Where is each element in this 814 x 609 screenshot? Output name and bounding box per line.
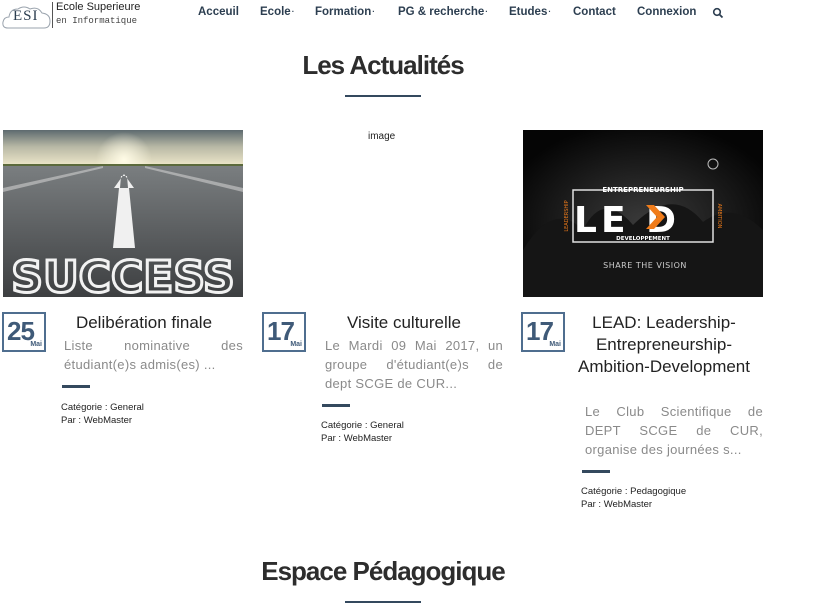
broken-image-alt[interactable]: image — [368, 131, 395, 142]
dropdown-indicator-icon: · — [291, 7, 295, 16]
section-title-underline — [345, 95, 421, 97]
news-image-lead[interactable]: ENTREPRENEURSHIP LE D DEVELOPPEMENT LEAD… — [523, 130, 763, 297]
road-success-illustration: SUCCESS — [3, 130, 243, 297]
lead-main-text: LE D — [574, 200, 680, 241]
lead-poster-illustration: ENTREPRENEURSHIP LE D DEVELOPPEMENT LEAD… — [523, 130, 763, 297]
dropdown-indicator-icon: · — [485, 7, 488, 16]
lead-tagline: SHARE THE VISION — [603, 261, 687, 270]
success-image-text: SUCCESS — [11, 252, 234, 297]
news-meta: Catégorie : General Par : WebMaster — [321, 419, 404, 445]
news-category: Catégorie : General — [321, 420, 404, 431]
nav-item-pg-recherche[interactable]: PG & recherche· — [398, 6, 488, 18]
news-author: Par : WebMaster — [581, 499, 653, 510]
lead-left-text: LEADERSHIP — [564, 200, 570, 231]
news-category: Catégorie : Pedagogique — [581, 486, 687, 497]
news-meta: Catégorie : Pedagogique Par : WebMaster — [581, 485, 686, 511]
nav-label: Connexion — [637, 6, 697, 18]
date-badge: 25 Mai — [2, 312, 46, 352]
nav-item-formation[interactable]: Formation· — [315, 6, 375, 18]
news-excerpt: Le Club Scientifique de DEPT SCGE de CUR… — [585, 404, 763, 457]
main-navigation: Acceuil Ecole· Formation· PG & recherche… — [0, 6, 814, 22]
news-author: Par : WebMaster — [321, 433, 393, 444]
news-title-deliberation[interactable]: Delibération finale — [58, 312, 230, 334]
nav-label: Formation — [315, 6, 372, 18]
card-divider — [582, 470, 610, 473]
section-title-underline — [345, 601, 421, 603]
dropdown-indicator-icon: · — [548, 7, 552, 16]
nav-item-connexion[interactable]: Connexion — [637, 6, 696, 18]
news-title-visite[interactable]: Visite culturelle — [318, 312, 490, 334]
news-category: Catégorie : General — [61, 402, 144, 413]
date-month: Mai — [30, 341, 42, 348]
news-meta: Catégorie : General Par : WebMaster — [61, 401, 144, 427]
news-excerpt: Liste nominative des étudiant(e)s admis(… — [64, 338, 243, 372]
lead-bottom-text: DEVELOPPEMENT — [616, 236, 670, 242]
card-divider — [322, 404, 350, 407]
nav-label: Contact — [573, 6, 616, 18]
nav-item-acceuil[interactable]: Acceuil — [198, 6, 239, 18]
date-badge: 17 Mai — [521, 312, 565, 352]
nav-item-etudes[interactable]: Etudes· — [509, 6, 551, 18]
section-title-news: Les Actualités — [302, 50, 464, 80]
news-image-success[interactable]: SUCCESS — [3, 130, 243, 297]
date-badge: 17 Mai — [262, 312, 306, 352]
lead-right-text: AMBITION — [716, 204, 722, 229]
date-month: Mai — [549, 341, 561, 348]
card-divider — [62, 385, 90, 388]
dropdown-indicator-icon: · — [372, 7, 375, 16]
news-excerpt: Le Mardi 09 Mai 2017, un groupe d'étudia… — [325, 338, 503, 391]
nav-label: Ecole — [260, 6, 291, 18]
date-month: Mai — [290, 341, 302, 348]
nav-label: Etudes — [509, 6, 548, 18]
news-title-lead[interactable]: LEAD: Leadership-Entrepreneurship-Ambiti… — [575, 312, 753, 378]
lead-top-text: ENTREPRENEURSHIP — [602, 186, 683, 194]
news-author: Par : WebMaster — [61, 415, 133, 426]
nav-label: PG & recherche — [398, 6, 485, 18]
nav-item-contact[interactable]: Contact — [573, 6, 616, 18]
section-title-pedagogy: Espace Pédagogique — [261, 556, 506, 586]
nav-item-ecole[interactable]: Ecole· — [260, 6, 294, 18]
nav-label: Acceuil — [198, 6, 239, 18]
search-icon[interactable] — [712, 7, 724, 19]
